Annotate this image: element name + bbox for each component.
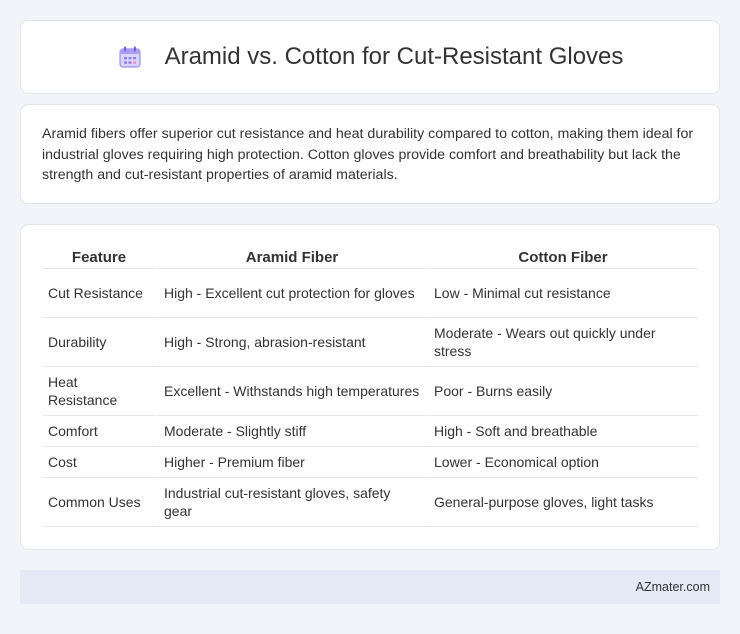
aramid-cell: Moderate - Slightly stiff [156,416,426,447]
feature-cell: Cost [42,447,156,478]
footer-brand: AZmater.com [635,580,710,594]
footer-bar: AZmater.com [20,570,720,604]
intro-paragraph: Aramid fibers offer superior cut resista… [42,126,694,183]
feature-cell: Cut Resistance [42,269,156,318]
page-title: Aramid vs. Cotton for Cut-Resistant Glov… [164,43,624,70]
comparison-table: Feature Aramid Fiber Cotton Fiber Cut Re… [42,245,698,527]
table-header-row: Feature Aramid Fiber Cotton Fiber [42,245,698,269]
calendar-icon [117,44,143,70]
table-row: Heat Resistance Excellent - Withstands h… [42,367,698,416]
cotton-cell: Moderate - Wears out quickly under stres… [426,318,698,367]
comparison-card: Feature Aramid Fiber Cotton Fiber Cut Re… [20,224,720,550]
column-header-feature: Feature [42,245,156,269]
cotton-cell: Low - Minimal cut resistance [426,269,698,318]
cotton-cell: High - Soft and breathable [426,416,698,447]
aramid-cell: High - Strong, abrasion-resistant [156,318,426,367]
feature-cell: Durability [42,318,156,367]
cotton-cell: Lower - Economical option [426,447,698,478]
feature-cell: Comfort [42,416,156,447]
cotton-cell: Poor - Burns easily [426,367,698,416]
aramid-cell: High - Excellent cut protection for glov… [156,269,426,318]
table-row: Cost Higher - Premium fiber Lower - Econ… [42,447,698,478]
table-row: Durability High - Strong, abrasion-resis… [42,318,698,367]
table-row: Common Uses Industrial cut-resistant glo… [42,478,698,527]
title-card: Aramid vs. Cotton for Cut-Resistant Glov… [20,20,720,94]
table-row: Comfort Moderate - Slightly stiff High -… [42,416,698,447]
feature-cell: Common Uses [42,478,156,527]
column-header-aramid: Aramid Fiber [156,245,426,269]
feature-cell: Heat Resistance [42,367,156,416]
aramid-cell: Higher - Premium fiber [156,447,426,478]
intro-card: Aramid fibers offer superior cut resista… [20,104,720,204]
cotton-cell: General-purpose gloves, light tasks [426,478,698,527]
aramid-cell: Industrial cut-resistant gloves, safety … [156,478,426,527]
aramid-cell: Excellent - Withstands high temperatures [156,367,426,416]
column-header-cotton: Cotton Fiber [426,245,698,269]
table-row: Cut Resistance High - Excellent cut prot… [42,269,698,318]
